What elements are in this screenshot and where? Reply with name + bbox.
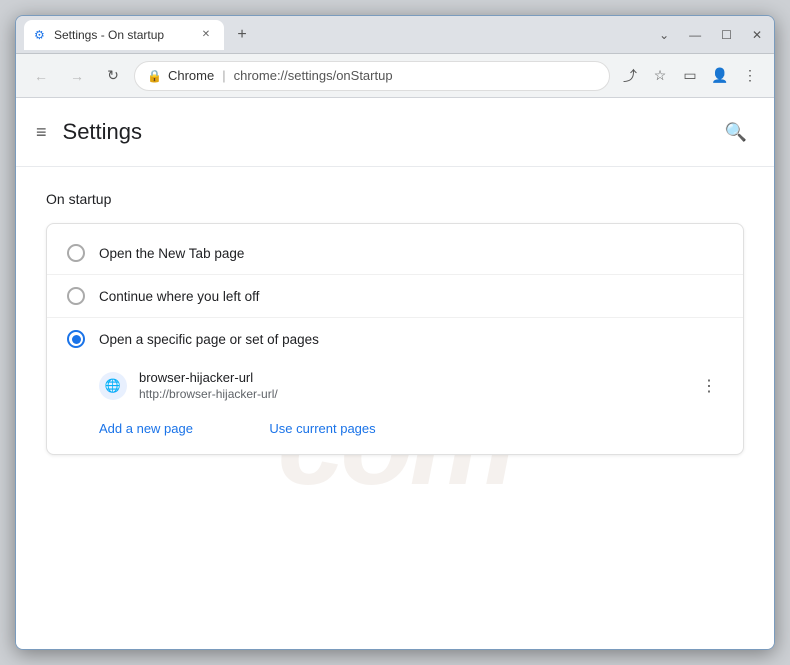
chevron-down-icon[interactable]: ⌄ — [655, 26, 673, 44]
bookmark-icon[interactable]: ☆ — [646, 62, 674, 90]
page-entry: 🌐 browser-hijacker-url http://browser-hi… — [47, 360, 743, 411]
startup-options-card: Open the New Tab page Continue where you… — [46, 223, 744, 455]
minimize-button[interactable]: — — [685, 26, 705, 44]
sidebar-icon[interactable]: ▭ — [676, 62, 704, 90]
radio-option-continue[interactable]: Continue where you left off — [47, 275, 743, 317]
address-bar[interactable]: 🔒 Chrome | chrome://settings/onStartup — [134, 61, 610, 91]
section-title: On startup — [46, 191, 744, 207]
radio-label-specific-page: Open a specific page or set of pages — [99, 332, 319, 347]
tab-favicon-icon: ⚙ — [34, 28, 48, 42]
radio-label-new-tab: Open the New Tab page — [99, 246, 244, 261]
forward-button[interactable]: → — [62, 61, 92, 91]
settings-page: pccom ≡ Settings 🔍 On startup Open the N… — [16, 98, 774, 649]
maximize-button[interactable]: ☐ — [717, 26, 736, 44]
radio-option-new-tab[interactable]: Open the New Tab page — [47, 232, 743, 274]
nav-bar: ← → ↻ 🔒 Chrome | chrome://settings/onSta… — [16, 54, 774, 98]
radio-circle-continue — [67, 287, 85, 305]
address-separator: | — [222, 68, 225, 83]
page-url: http://browser-hijacker-url/ — [139, 387, 683, 401]
profile-icon[interactable]: 👤 — [706, 62, 734, 90]
page-info: browser-hijacker-url http://browser-hija… — [139, 370, 683, 401]
chrome-label: Chrome — [168, 68, 214, 83]
back-button[interactable]: ← — [26, 61, 56, 91]
refresh-button[interactable]: ↻ — [98, 61, 128, 91]
use-current-pages-button[interactable]: Use current pages — [217, 411, 395, 446]
settings-header: ≡ Settings 🔍 — [16, 98, 774, 167]
radio-circle-new-tab — [67, 244, 85, 262]
settings-content: On startup Open the New Tab page Continu… — [16, 167, 774, 479]
active-tab[interactable]: ⚙ Settings - On startup ✕ — [24, 20, 224, 50]
radio-option-specific-page[interactable]: Open a specific page or set of pages — [47, 318, 743, 360]
tab-title: Settings - On startup — [54, 28, 164, 42]
address-url: chrome://settings/onStartup — [234, 68, 393, 83]
share-icon[interactable]: ⤴ — [616, 62, 644, 90]
tab-close-button[interactable]: ✕ — [198, 27, 214, 43]
browser-window: ⚙ Settings - On startup ✕ + ⌄ — ☐ ✕ ← → … — [15, 15, 775, 650]
page-title: Settings — [63, 119, 718, 145]
page-name: browser-hijacker-url — [139, 370, 683, 385]
close-button[interactable]: ✕ — [748, 26, 766, 44]
new-tab-button[interactable]: + — [228, 21, 256, 49]
title-bar: ⚙ Settings - On startup ✕ + ⌄ — ☐ ✕ — [16, 16, 774, 54]
search-settings-button[interactable]: 🔍 — [718, 114, 754, 150]
window-controls: ⌄ — ☐ ✕ — [655, 26, 766, 44]
nav-icons-right: ⤴ ☆ ▭ 👤 ⋮ — [616, 62, 764, 90]
menu-icon[interactable]: ⋮ — [736, 62, 764, 90]
page-globe-icon: 🌐 — [99, 372, 127, 400]
radio-label-continue: Continue where you left off — [99, 289, 259, 304]
radio-circle-specific-page — [67, 330, 85, 348]
hamburger-menu-icon[interactable]: ≡ — [36, 122, 47, 143]
add-new-page-button[interactable]: Add a new page — [47, 411, 213, 446]
lock-icon: 🔒 — [147, 69, 162, 83]
page-more-button[interactable]: ⋮ — [695, 372, 723, 400]
